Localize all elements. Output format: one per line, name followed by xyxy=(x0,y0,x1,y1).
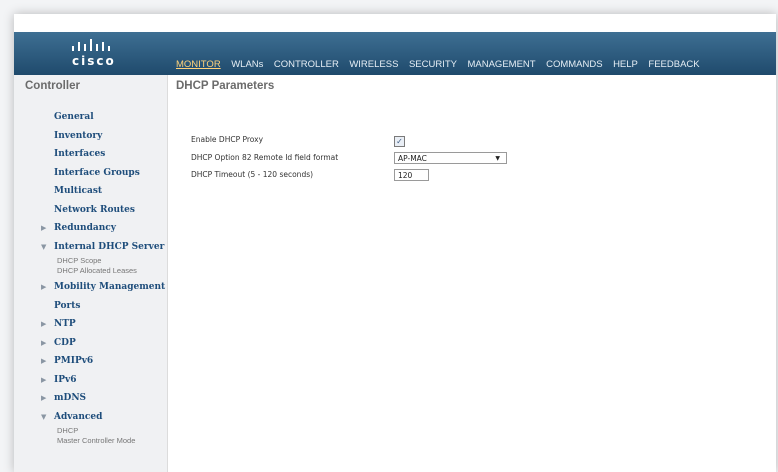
menu-wlans[interactable]: WLANs xyxy=(231,59,263,70)
brand-wordmark: cisco xyxy=(72,54,116,68)
sidebar-item-interfaces[interactable]: Interfaces xyxy=(14,145,167,164)
collapse-arrow-icon[interactable]: ▼ xyxy=(41,238,46,257)
expand-arrow-icon[interactable]: ▶ xyxy=(41,352,46,371)
sidebar-item-label: CDP xyxy=(54,337,76,348)
sidebar-subitem-advanced-dhcp[interactable]: DHCP xyxy=(14,426,167,436)
option82-selected-value: AP-MAC xyxy=(398,154,427,163)
sidebar-item-network-routes[interactable]: Network Routes xyxy=(14,201,167,220)
enable-dhcp-proxy-checkbox[interactable]: ✓ xyxy=(394,136,405,147)
sidebar-item-inventory[interactable]: Inventory xyxy=(14,127,167,146)
menu-monitor[interactable]: MONITOR xyxy=(176,59,221,70)
sidebar-item-label: Network Routes xyxy=(54,204,135,215)
dhcp-timeout-input[interactable]: 120 xyxy=(394,169,429,181)
menu-commands[interactable]: COMMANDS xyxy=(546,59,602,70)
expand-arrow-icon[interactable]: ▶ xyxy=(41,278,46,297)
sidebar-item-label: PMIPv6 xyxy=(54,356,94,366)
sidebar-item-redundancy[interactable]: ▶ Redundancy xyxy=(14,219,167,238)
option82-label: DHCP Option 82 Remote Id field format xyxy=(191,153,339,162)
sidebar-subitem-dhcp-allocated-leases[interactable]: DHCP Allocated Leases xyxy=(14,266,167,276)
cisco-bars-icon xyxy=(72,39,110,51)
chevron-down-icon: ▼ xyxy=(495,155,500,162)
sidebar-item-label: General xyxy=(54,112,94,122)
sidebar-item-label: Interface Groups xyxy=(54,167,140,178)
top-navigation-bar: cisco MONITOR WLANs CONTROLLER WIRELESS … xyxy=(14,32,776,75)
sidebar-item-label: Mobility Management xyxy=(54,282,166,292)
sidebar-item-ntp[interactable]: ▶ NTP xyxy=(14,315,167,334)
sidebar-item-label: Ports xyxy=(54,300,81,311)
menu-controller[interactable]: CONTROLLER xyxy=(274,59,339,70)
sidebar-subitem-master-controller-mode[interactable]: Master Controller Mode xyxy=(14,436,167,446)
expand-arrow-icon[interactable]: ▶ xyxy=(41,389,46,408)
sidebar-item-mdns[interactable]: ▶ mDNS xyxy=(14,389,167,408)
menu-security[interactable]: SECURITY xyxy=(409,59,457,70)
sidebar-item-ipv6[interactable]: ▶ IPv6 xyxy=(14,371,167,390)
menu-management[interactable]: MANAGEMENT xyxy=(467,59,535,70)
sidebar-item-cdp[interactable]: ▶ CDP xyxy=(14,334,167,353)
sidebar-item-ports[interactable]: Ports xyxy=(14,297,167,316)
expand-arrow-icon[interactable]: ▶ xyxy=(41,334,46,353)
sidebar-item-label: Advanced xyxy=(54,411,103,422)
expand-arrow-icon[interactable]: ▶ xyxy=(41,315,46,334)
expand-arrow-icon[interactable]: ▶ xyxy=(41,219,46,238)
sidebar-item-general[interactable]: General xyxy=(14,108,167,127)
sidebar: Controller General Inventory Interfaces … xyxy=(14,75,168,472)
main-content: DHCP Parameters Enable DHCP Proxy ✓ DHCP… xyxy=(176,75,776,472)
sidebar-item-interface-groups[interactable]: Interface Groups xyxy=(14,164,167,183)
sidebar-item-label: NTP xyxy=(54,319,76,329)
sidebar-item-multicast[interactable]: Multicast xyxy=(14,182,167,201)
sidebar-nav: General Inventory Interfaces Interface G… xyxy=(14,108,167,446)
sidebar-item-label: IPv6 xyxy=(54,374,77,385)
sidebar-item-label: Inventory xyxy=(54,130,103,141)
sidebar-item-mobility-management[interactable]: ▶ Mobility Management xyxy=(14,278,167,297)
cisco-logo: cisco xyxy=(64,37,134,71)
timeout-label: DHCP Timeout (5 - 120 seconds) xyxy=(191,170,314,179)
sidebar-item-label: Internal DHCP Server xyxy=(54,241,165,252)
expand-arrow-icon[interactable]: ▶ xyxy=(41,371,46,390)
sidebar-item-label: Multicast xyxy=(54,186,103,196)
page-title: DHCP Parameters xyxy=(176,80,275,92)
sidebar-title: Controller xyxy=(25,80,80,92)
collapse-arrow-icon[interactable]: ▼ xyxy=(41,408,46,427)
sidebar-item-label: mDNS xyxy=(54,393,87,403)
option82-format-select[interactable]: AP-MAC ▼ xyxy=(394,152,507,164)
sidebar-subitem-dhcp-scope[interactable]: DHCP Scope xyxy=(14,256,167,266)
menu-wireless[interactable]: WIRELESS xyxy=(349,59,398,70)
sidebar-item-advanced[interactable]: ▼ Advanced xyxy=(14,408,167,427)
sidebar-item-label: Redundancy xyxy=(54,223,116,233)
app-window: cisco MONITOR WLANs CONTROLLER WIRELESS … xyxy=(14,14,776,472)
sidebar-item-internal-dhcp-server[interactable]: ▼ Internal DHCP Server xyxy=(14,238,167,257)
menu-help[interactable]: HELP xyxy=(613,59,638,70)
proxy-label: Enable DHCP Proxy xyxy=(191,135,264,144)
menu-feedback[interactable]: FEEDBACK xyxy=(648,59,699,70)
sidebar-item-pmipv6[interactable]: ▶ PMIPv6 xyxy=(14,352,167,371)
sidebar-item-label: Interfaces xyxy=(54,149,106,159)
main-menu: MONITOR WLANs CONTROLLER WIRELESS SECURI… xyxy=(176,59,710,70)
